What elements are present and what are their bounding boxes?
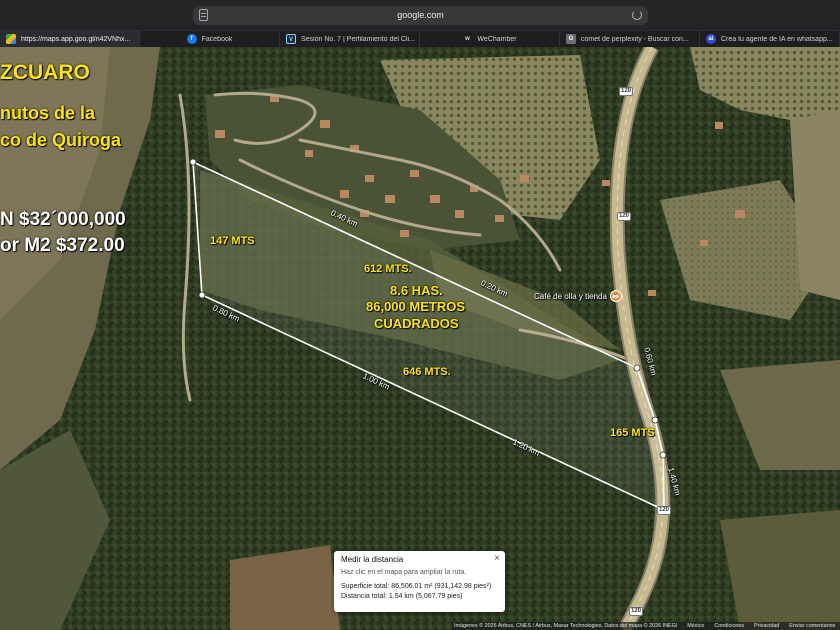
tab-label: Facebook bbox=[201, 35, 233, 43]
tab-google-search[interactable]: G comet de perplexity - Buscar con... bbox=[560, 31, 700, 47]
google-maps-icon bbox=[6, 34, 16, 44]
tab-facebook[interactable]: f Facebook bbox=[140, 31, 280, 47]
feedback-link[interactable]: Enviar comentarios bbox=[789, 623, 835, 629]
route-shield: 120 bbox=[619, 87, 633, 96]
tab-label: WeChamber bbox=[477, 35, 517, 43]
tab-label: https://maps.app.goo.gl/n42VNhx... bbox=[21, 35, 131, 43]
measure-vertex[interactable] bbox=[633, 364, 641, 372]
route-shield: 120 bbox=[617, 212, 631, 221]
total-area: Superficie total: 86,506.01 m² (931,142.… bbox=[341, 583, 492, 590]
poi-label: Café de olla y tienda bbox=[534, 291, 607, 301]
vimeo-icon: V bbox=[286, 34, 296, 44]
tab-wechamber[interactable]: w WeChamber bbox=[420, 31, 560, 47]
measure-panel-title: Medir la distancia bbox=[341, 555, 404, 564]
facebook-icon: f bbox=[186, 34, 197, 44]
measure-distance-panel: Medir la distancia Haz clic en el mapa p… bbox=[334, 551, 505, 612]
area-hectares: 8.6 HAS. bbox=[390, 283, 443, 298]
measure-vertex[interactable] bbox=[651, 416, 659, 424]
address-bar[interactable]: google.com bbox=[193, 6, 648, 25]
satellite-map[interactable]: ZCUARO nutos de la co de Quiroga N $32´0… bbox=[0, 47, 840, 630]
measure-vertex[interactable] bbox=[189, 158, 197, 166]
browser-toolbar: google.com bbox=[0, 0, 840, 30]
tab-label: Crea tu agente de IA en whatsapp... bbox=[721, 35, 833, 43]
terms-link[interactable]: Condiciones bbox=[714, 623, 744, 629]
label-147-mts: 147 MTS bbox=[210, 235, 255, 247]
overlay-title: ZCUARO bbox=[0, 61, 90, 84]
coffee-icon[interactable]: ☕ bbox=[609, 290, 622, 302]
google-icon: G bbox=[566, 34, 576, 44]
satellite-imagery bbox=[0, 47, 840, 630]
measure-vertex[interactable] bbox=[198, 291, 206, 299]
overlay-subtitle-2: co de Quiroga bbox=[0, 130, 122, 150]
privacy-link[interactable]: Privacidad bbox=[754, 623, 779, 629]
wechamber-icon: w bbox=[465, 36, 470, 42]
overlay-price-m2: or M2 $372.00 bbox=[0, 235, 125, 256]
country-link[interactable]: México bbox=[687, 623, 704, 629]
area-square-meters-unit: CUADRADOS bbox=[374, 316, 459, 331]
map-attribution: Imágenes © 2026 Airbus, CNES / Airbus, M… bbox=[452, 622, 840, 630]
total-distance: Distancia total: 1.54 km (5,067.79 pies) bbox=[341, 593, 463, 600]
close-icon[interactable]: × bbox=[494, 553, 500, 564]
overlay-subtitle-1: nutos de la bbox=[0, 103, 96, 123]
tab-label: Sesión No. 7 | Perfilamiento del Cli... bbox=[301, 35, 415, 43]
area-square-meters: 86,000 METROS bbox=[366, 299, 465, 314]
label-612-mts: 612 MTS. bbox=[364, 263, 412, 275]
label-646-mts: 646 MTS. bbox=[403, 366, 451, 378]
route-shield: 120 bbox=[629, 607, 643, 616]
imagery-credits: Imágenes © 2026 Airbus, CNES / Airbus, M… bbox=[454, 623, 678, 629]
ai-agent-icon: ai bbox=[706, 34, 716, 44]
poi-cafe[interactable]: Café de olla y tienda ☕ bbox=[534, 290, 622, 302]
route-shield: 120 bbox=[657, 506, 671, 515]
tab-ai-agent[interactable]: ai Crea tu agente de IA en whatsapp... bbox=[700, 31, 840, 47]
tab-vimeo[interactable]: V Sesión No. 7 | Perfilamiento del Cli..… bbox=[280, 31, 420, 47]
tab-bar: https://maps.app.goo.gl/n42VNhx... f Fac… bbox=[0, 30, 840, 47]
browser-window: google.com https://maps.app.goo.gl/n42VN… bbox=[0, 0, 840, 630]
measure-vertex[interactable] bbox=[659, 451, 667, 459]
label-165-mts: 165 MTS bbox=[610, 427, 655, 439]
address-url[interactable]: google.com bbox=[193, 6, 648, 25]
reload-icon[interactable] bbox=[632, 10, 642, 20]
overlay-price: N $32´000,000 bbox=[0, 209, 126, 230]
tab-label: comet de perplexity - Buscar con... bbox=[581, 35, 689, 43]
tab-maps[interactable]: https://maps.app.goo.gl/n42VNhx... bbox=[0, 31, 140, 47]
measure-panel-hint: Haz clic en el mapa para ampliar la ruta… bbox=[341, 569, 467, 576]
